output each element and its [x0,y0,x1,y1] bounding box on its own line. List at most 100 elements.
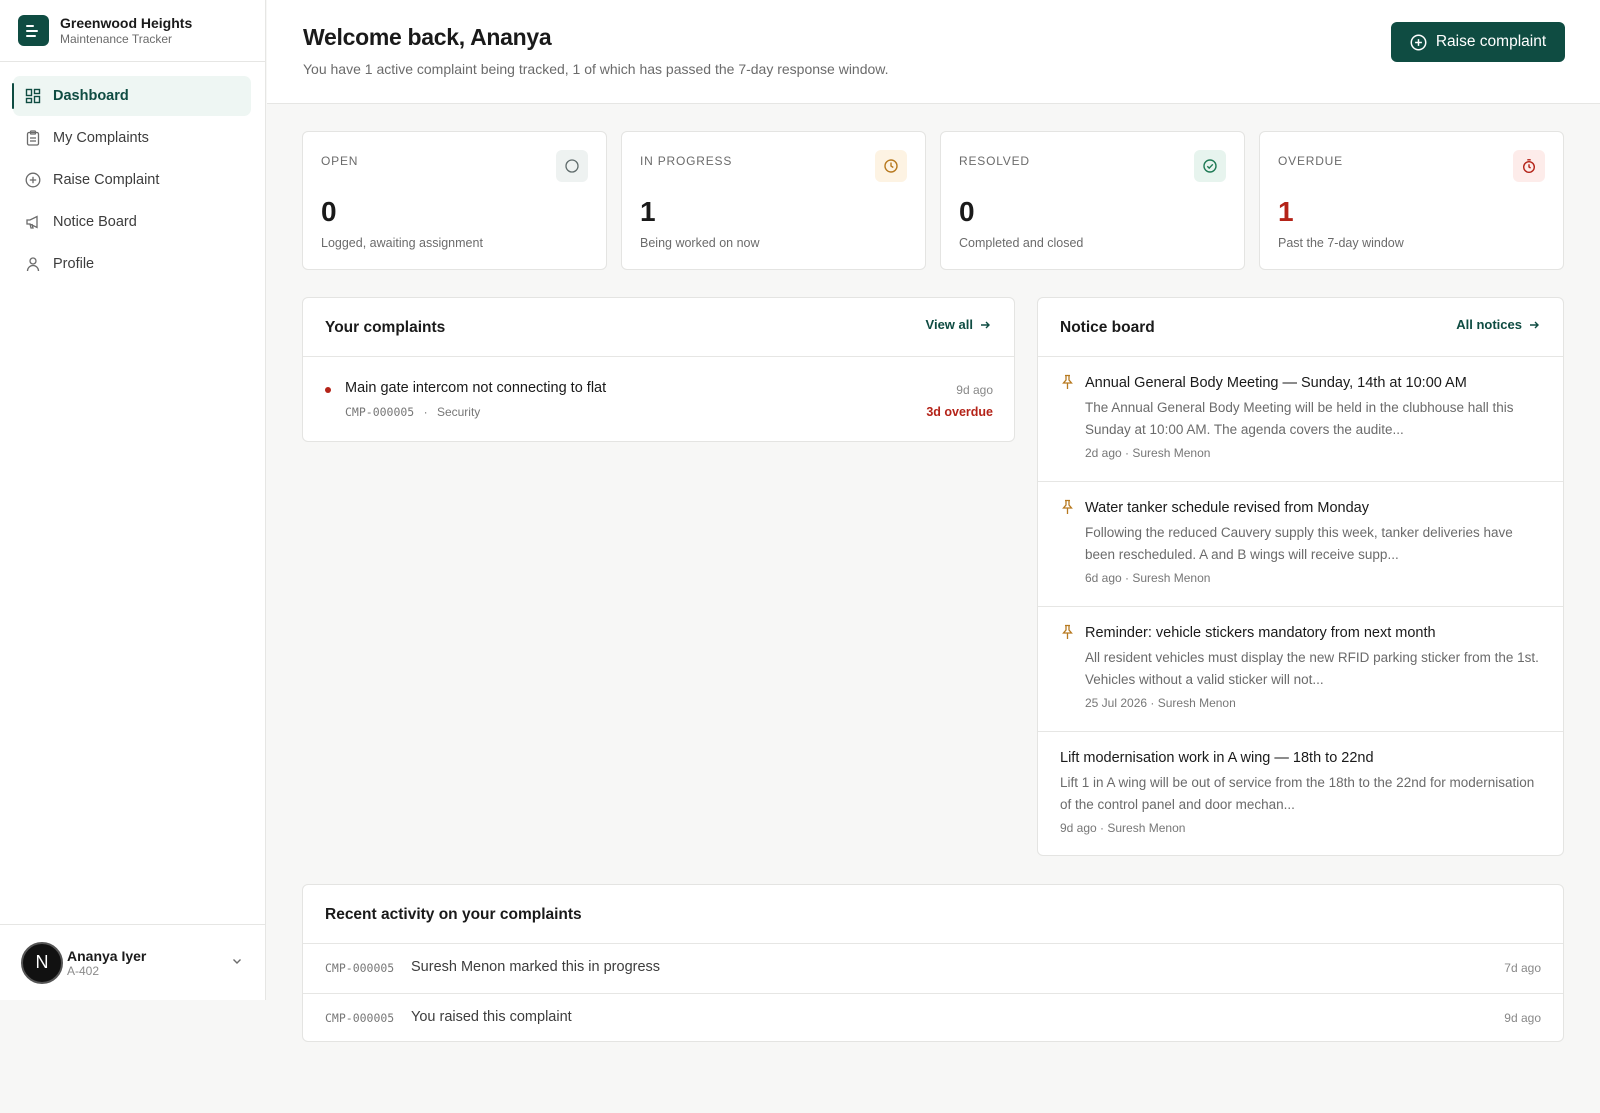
stat-label: RESOLVED [959,154,1030,168]
complaint-age: 9d ago [956,383,993,397]
view-all-link[interactable]: View all [926,317,991,332]
notice-body: All resident vehicles must display the n… [1085,650,1539,687]
stat-desc: Logged, awaiting assignment [321,236,483,250]
notice-title: Lift modernisation work in A wing — 18th… [1060,750,1374,766]
page-header: Welcome back, Ananya You have 1 active c… [267,0,1600,104]
sidebar-item-label: Notice Board [53,214,137,230]
activity-age: 9d ago [1504,1011,1541,1025]
notice-body: The Annual General Body Meeting will be … [1085,400,1514,437]
user-flat: A-402 [67,963,100,978]
pin-icon [1062,499,1073,514]
user-menu[interactable]: N Ananya Iyer A-402 [0,924,265,1000]
notice-title: Reminder: vehicle stickers mandatory fro… [1085,625,1436,641]
sidebar-item-label: Dashboard [53,88,129,104]
notice-body: Lift 1 in A wing will be out of service … [1060,775,1535,812]
complaint-id: CMP-000005 [345,405,415,419]
sidebar: Greenwood Heights Maintenance Tracker Da… [0,0,266,1000]
activity-text: Suresh Menon marked this in progress [411,959,661,975]
circle-icon [556,150,588,182]
activity-row[interactable]: CMP-000005 You raised this complaint 9d … [303,993,1563,1041]
user-icon [25,256,41,272]
activity-age: 7d ago [1504,961,1541,975]
dashboard-icon [25,88,41,104]
avatar: N [21,941,63,984]
pin-icon [1062,624,1073,639]
plus-circle-icon [25,172,41,188]
arrow-right-icon [1530,321,1539,328]
stat-label: OPEN [321,154,359,168]
user-name: Ananya Iyer [67,947,147,964]
arrow-right-icon [981,321,990,328]
activity-complaint-id: CMP-000005 [325,1011,395,1025]
all-notices-link[interactable]: All notices [1456,317,1540,332]
notice-board-panel: Notice board All notices Annual General … [1037,297,1564,856]
stat-value: 1 [1278,196,1294,227]
notice-title: Annual General Body Meeting — Sunday, 14… [1085,375,1467,391]
raise-complaint-button[interactable]: Raise complaint [1391,22,1565,62]
sidebar-nav: Dashboard My Complaints Raise Complaint … [0,62,265,284]
sidebar-item-label: Raise Complaint [53,172,160,188]
panel-title: Recent activity on your complaints [325,906,582,923]
sidebar-item-raise-complaint[interactable]: Raise Complaint [13,160,251,200]
complaint-row[interactable]: Main gate intercom not connecting to fla… [303,357,1014,441]
activity-row[interactable]: CMP-000005 Suresh Menon marked this in p… [303,944,1563,993]
complaint-title: Main gate intercom not connecting to fla… [345,380,607,396]
meta-separator: · [423,405,428,419]
notice-meta: 2d ago · Suresh Menon [1085,446,1211,460]
activity-text: You raised this complaint [411,1009,572,1025]
check-circle-icon [1194,150,1226,182]
notice-item[interactable]: Annual General Body Meeting — Sunday, 14… [1038,357,1563,482]
megaphone-icon [25,214,41,230]
view-all-label: View all [925,317,973,332]
stat-value: 0 [959,196,975,227]
timer-icon [1513,150,1545,182]
sidebar-item-label: Profile [53,256,95,272]
stat-desc: Completed and closed [959,236,1084,250]
complaints-panel: Your complaints View all Main gate inter… [302,297,1015,442]
brand-logo-icon [18,15,49,46]
stat-card-in-progress: IN PROGRESS 1 Being worked on now [621,131,926,270]
sidebar-item-notice-board[interactable]: Notice Board [13,202,251,242]
brand-subtitle: Maintenance Tracker [60,31,173,46]
notice-body: Following the reduced Cauvery supply thi… [1085,525,1513,562]
notice-meta: 6d ago · Suresh Menon [1085,571,1211,585]
stat-value: 1 [640,196,656,227]
sidebar-item-profile[interactable]: Profile [13,244,251,284]
stat-label: OVERDUE [1278,154,1343,168]
notice-item[interactable]: Lift modernisation work in A wing — 18th… [1038,732,1563,855]
activity-complaint-id: CMP-000005 [325,961,395,975]
clock-icon [875,150,907,182]
brand: Greenwood Heights Maintenance Tracker [0,0,265,62]
stat-card-open: OPEN 0 Logged, awaiting assignment [302,131,607,270]
notice-meta: 25 Jul 2026 · Suresh Menon [1085,696,1236,710]
brand-name: Greenwood Heights [60,14,193,31]
chevron-down-icon[interactable] [231,955,243,967]
plus-circle-icon [1410,34,1427,50]
page-title: Welcome back, Ananya [303,24,552,50]
notice-title: Water tanker schedule revised from Monda… [1085,500,1369,516]
sidebar-item-label: My Complaints [53,130,149,146]
overdue-badge: 3d overdue [926,405,993,419]
panel-title: Notice board [1060,319,1155,336]
stat-card-overdue: OVERDUE 1 Past the 7-day window [1259,131,1564,270]
stat-desc: Past the 7-day window [1278,236,1404,250]
panel-title: Your complaints [325,319,446,336]
notice-meta: 9d ago · Suresh Menon [1060,821,1186,835]
sidebar-item-my-complaints[interactable]: My Complaints [13,118,251,158]
page-subtitle: You have 1 active complaint being tracke… [303,61,889,77]
pin-icon [1062,374,1073,389]
stat-value: 0 [321,196,337,227]
stat-card-resolved: RESOLVED 0 Completed and closed [940,131,1245,270]
clipboard-icon [25,130,41,146]
overdue-status-dot [325,387,331,393]
complaint-category: Security [436,405,481,419]
sidebar-item-dashboard[interactable]: Dashboard [12,76,251,116]
raise-complaint-label: Raise complaint [1435,33,1547,50]
stat-label: IN PROGRESS [640,154,733,168]
notice-item[interactable]: Reminder: vehicle stickers mandatory fro… [1038,607,1563,732]
recent-activity-panel: Recent activity on your complaints CMP-0… [302,884,1564,1042]
notice-item[interactable]: Water tanker schedule revised from Monda… [1038,482,1563,607]
complaint-meta: CMP-000005 · Security [345,405,480,419]
stat-desc: Being worked on now [640,236,760,250]
all-notices-label: All notices [1456,317,1522,332]
